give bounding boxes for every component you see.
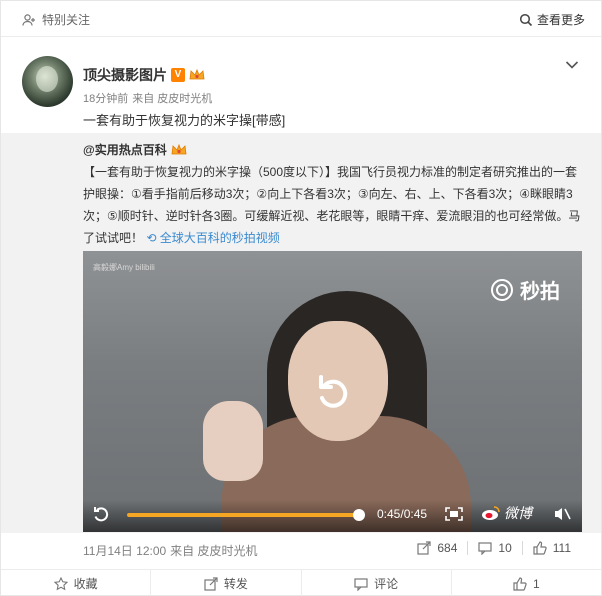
post-source: 来自 皮皮时光机 bbox=[132, 93, 213, 105]
video-link[interactable]: ⟲ 全球大百科的秒拍视频 bbox=[146, 231, 279, 245]
video-brand: 秒拍 bbox=[490, 275, 560, 304]
video-brand-text: 秒拍 bbox=[520, 281, 560, 303]
favorite-label: 收藏 bbox=[73, 577, 98, 591]
video-progress-knob[interactable] bbox=[353, 509, 365, 521]
like-label: 1 bbox=[533, 576, 540, 591]
post-meta: 18分钟前 来自 皮皮时光机 bbox=[83, 90, 212, 106]
share-icon bbox=[204, 576, 218, 591]
video-watermark: 高毅娜Amy bilibili bbox=[93, 262, 155, 273]
weibo-label: 微博 bbox=[504, 505, 532, 521]
comment-label: 评论 bbox=[374, 577, 399, 591]
repost-text: 【一套有助于恢复视力的米字操（500度以下）】我国飞行员视力标准的制定者研究推出… bbox=[83, 161, 583, 249]
video-watermark-author: 高毅娜Amy bbox=[93, 263, 133, 272]
verified-badge-icon: V bbox=[171, 68, 185, 82]
action-bar: 收藏 转发 评论 1 bbox=[1, 569, 601, 596]
video-frame-hand bbox=[203, 401, 263, 481]
loop-icon[interactable] bbox=[92, 505, 110, 523]
repost-source: 来自 皮皮时光机 bbox=[170, 544, 258, 558]
post-time[interactable]: 18分钟前 bbox=[83, 90, 128, 106]
search-icon bbox=[519, 13, 533, 27]
camera-icon bbox=[491, 278, 513, 301]
chevron-down-icon[interactable] bbox=[565, 57, 579, 69]
comment-button[interactable]: 评论 bbox=[300, 570, 451, 596]
comment-count: 10 bbox=[498, 541, 512, 555]
weibo-icon bbox=[482, 506, 500, 520]
video-time: 0:45/0:45 bbox=[377, 507, 428, 521]
weibo-post-card: 特别关注 查看更多 顶尖摄影图片 V 18分钟前 来自 皮皮时光机 一套有助于恢… bbox=[0, 0, 602, 596]
replay-icon[interactable] bbox=[311, 371, 355, 415]
repost-time[interactable]: 11月14日 12:00 bbox=[83, 542, 166, 559]
repost-author-name: @实用热点百科 bbox=[83, 143, 167, 157]
comment-icon bbox=[354, 577, 368, 591]
video-link-text: 全球大百科的秒拍视频 bbox=[159, 231, 280, 245]
video-player[interactable]: 高毅娜Amy bilibili 秒拍 0:45/0:45 微博 bbox=[83, 251, 582, 532]
view-more-label: 查看更多 bbox=[536, 13, 585, 27]
thumbs-up-icon bbox=[513, 576, 527, 591]
like-button[interactable]: 1 bbox=[450, 570, 601, 596]
comment-count-button[interactable]: 10 bbox=[467, 541, 521, 555]
thumbs-up-icon bbox=[533, 541, 547, 555]
repost-footer: 11月14日 12:00 来自 皮皮时光机 bbox=[83, 542, 258, 559]
video-watermark-site: bilibili bbox=[135, 263, 155, 272]
like-count-button[interactable]: 111 bbox=[521, 541, 581, 555]
repost-label: 转发 bbox=[223, 577, 248, 591]
add-user-icon bbox=[22, 13, 36, 27]
favorite-button[interactable]: 收藏 bbox=[1, 570, 150, 596]
vip-crown-icon bbox=[171, 143, 187, 157]
weibo-logo: 微博 bbox=[481, 503, 532, 523]
repost-button[interactable]: 转发 bbox=[150, 570, 300, 596]
star-icon bbox=[53, 576, 68, 590]
comment-icon bbox=[478, 542, 492, 555]
mute-icon[interactable] bbox=[553, 506, 571, 522]
share-icon bbox=[417, 541, 431, 555]
post-text: 一套有助于恢复视力的米字操[带感] bbox=[83, 113, 286, 128]
special-follow-label: 特别关注 bbox=[42, 13, 91, 27]
top-bar: 特别关注 查看更多 bbox=[1, 1, 601, 37]
special-follow-button[interactable]: 特别关注 bbox=[22, 11, 90, 28]
video-link-icon: ⟲ bbox=[146, 231, 160, 245]
video-progress-bar[interactable] bbox=[127, 513, 361, 517]
author-name[interactable]: 顶尖摄影图片 V bbox=[83, 65, 205, 85]
view-more-button[interactable]: 查看更多 bbox=[519, 11, 585, 28]
vip-crown-icon bbox=[189, 68, 205, 82]
like-count: 111 bbox=[552, 541, 571, 555]
repost-author[interactable]: @实用热点百科 bbox=[83, 141, 187, 158]
author-name-text: 顶尖摄影图片 bbox=[83, 67, 167, 83]
fullscreen-icon[interactable] bbox=[445, 507, 463, 521]
repost-stats: 684 10 111 bbox=[407, 541, 581, 555]
avatar[interactable] bbox=[22, 56, 73, 107]
repost-count: 684 bbox=[437, 541, 458, 555]
repost-count-button[interactable]: 684 bbox=[407, 541, 467, 555]
